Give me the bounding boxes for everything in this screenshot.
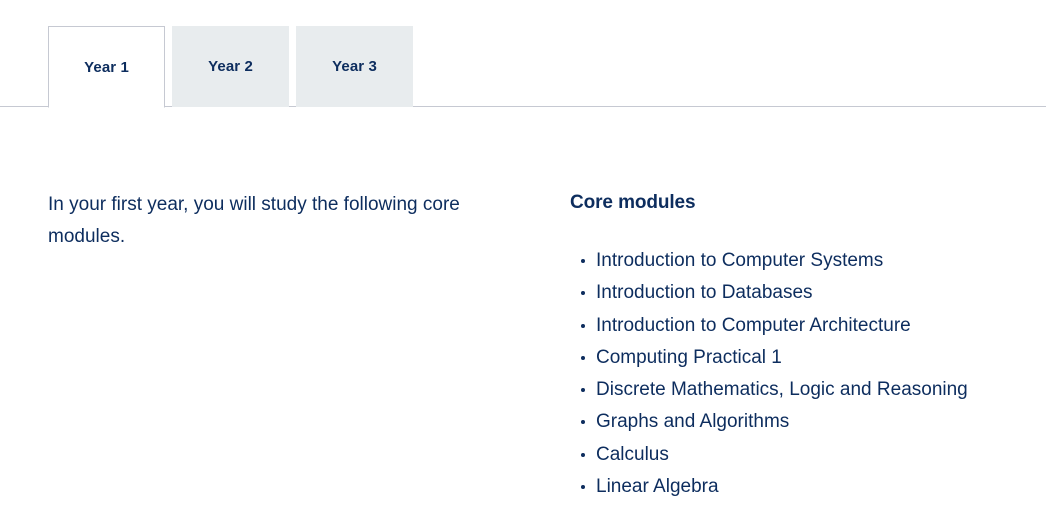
list-item-label: Calculus xyxy=(596,443,669,465)
bullet-icon xyxy=(581,323,585,328)
tab-year-3-label: Year 3 xyxy=(332,58,377,75)
core-modules-section: Core modules Introduction to Computer Sy… xyxy=(570,189,1020,503)
tab-panel-year-1: In your first year, you will study the f… xyxy=(0,108,1046,522)
year-tablist: Year 1 Year 2 Year 3 xyxy=(48,26,413,108)
list-item-label: Graphs and Algorithms xyxy=(596,411,790,433)
tabs-region: Year 1 Year 2 Year 3 xyxy=(0,0,1046,108)
core-modules-heading: Core modules xyxy=(570,192,696,213)
list-item: Introduction to Databases xyxy=(570,277,1020,309)
bullet-icon xyxy=(581,291,585,296)
list-item: Linear Algebra xyxy=(570,471,1020,503)
list-item-label: Introduction to Computer Architecture xyxy=(596,314,911,336)
list-item: Computing Practical 1 xyxy=(570,342,1020,374)
list-item: Calculus xyxy=(570,439,1020,471)
bullet-icon xyxy=(581,355,585,360)
tab-year-1[interactable]: Year 1 xyxy=(48,26,165,108)
bullet-icon xyxy=(581,420,585,425)
list-item: Discrete Mathematics, Logic and Reasonin… xyxy=(570,374,1020,406)
bullet-icon xyxy=(581,485,585,490)
tab-year-1-label: Year 1 xyxy=(84,58,129,76)
intro-paragraph: In your first year, you will study the f… xyxy=(48,194,460,247)
tab-year-3[interactable]: Year 3 xyxy=(296,26,413,107)
list-item: Introduction to Computer Architecture xyxy=(570,310,1020,342)
list-item-label: Discrete Mathematics, Logic and Reasonin… xyxy=(596,379,968,401)
bullet-icon xyxy=(581,388,585,393)
tab-year-2-label: Year 2 xyxy=(208,58,253,75)
list-item-label: Introduction to Databases xyxy=(596,282,813,304)
bullet-icon xyxy=(581,259,585,263)
core-modules-list: Introduction to Computer Systems Introdu… xyxy=(570,245,1020,503)
bullet-icon xyxy=(581,452,585,457)
list-item-label: Computing Practical 1 xyxy=(596,346,782,368)
list-item-label: Linear Algebra xyxy=(596,476,719,498)
list-item: Introduction to Computer Systems xyxy=(570,245,1020,277)
tab-year-2[interactable]: Year 2 xyxy=(172,26,289,107)
list-item-label: Introduction to Computer Systems xyxy=(596,250,884,271)
list-item: Graphs and Algorithms xyxy=(570,406,1020,438)
